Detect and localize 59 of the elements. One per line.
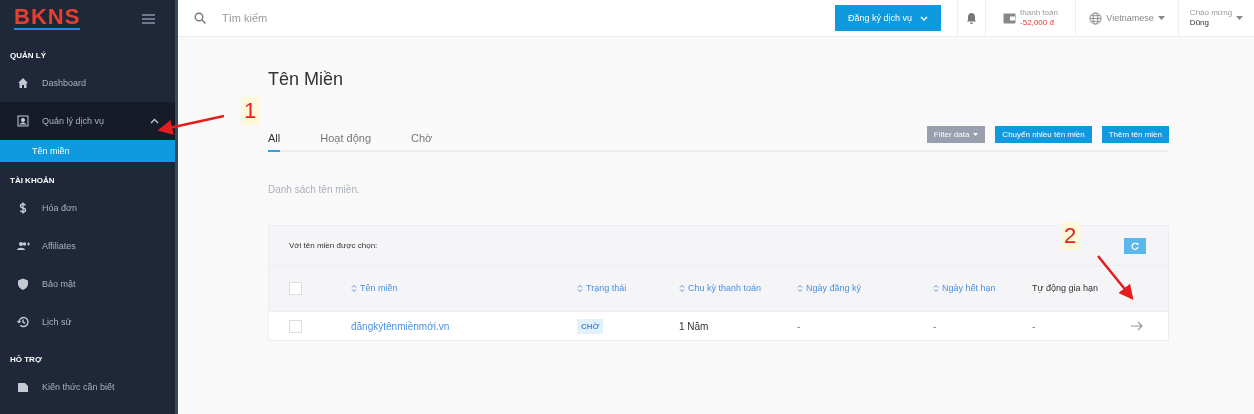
sidebar-item[interactable]: Lịch sử [0,303,175,341]
bulk-action-label: Với tên miền được chọn: [289,241,378,250]
caret-icon [1236,16,1244,20]
shield-icon [16,277,30,291]
balance-amount: -52,000 đ [1020,18,1055,28]
search-field[interactable]: Tìm kiếm [220,11,420,25]
action-button[interactable]: Chuyển nhiều tên miền [995,126,1092,143]
arrow-button[interactable] [1131,321,1143,331]
balance-label: thanh toán [1020,8,1058,18]
register-service-button[interactable]: Đăng ký dịch vụ [835,5,941,31]
sidebar-item[interactable]: Hóa đơn [0,189,175,227]
user-name[interactable]: Dũng [1189,18,1233,28]
globe-icon [1089,11,1103,25]
domain-link[interactable]: đăngkýtênmiềnmới.vn [351,320,450,332]
sidebar-heading: TÀI KHOẢN [9,175,56,187]
caret-icon [1157,16,1165,20]
sidebar-item[interactable]: Bảo mật [0,265,175,303]
sidebar-heading: QUẢN LÝ [9,50,47,62]
logo[interactable]: BKNS [14,7,81,30]
annotation-number: 2 [1061,222,1080,250]
sidebar-item[interactable]: Quản lý dịch vụ [0,102,175,140]
sidebar-subitem[interactable]: Tên miền [0,140,175,162]
home-icon [16,76,30,90]
chevron-icon [150,118,159,124]
menu-icon[interactable] [142,13,155,24]
table-cell: - [1032,320,1036,332]
subtitle: Danh sách tên miền. [268,184,361,195]
users-icon [16,239,30,253]
caret-icon [973,133,979,136]
action-button[interactable]: Thêm tên miền [1101,126,1169,143]
language-selector[interactable]: Vietnamese [1106,13,1154,23]
document-icon [16,380,30,394]
table-cell: - [933,320,937,332]
tab[interactable]: Hoạt động [320,132,371,152]
annotation-number: 1 [241,97,260,125]
greeting: Chào mừng [1189,8,1233,18]
sidebar-heading: HỖ TRỢ [9,354,43,366]
sidebar-item[interactable]: Kiến thức cần biết [0,368,175,406]
status-badge: CHỜ [577,318,604,334]
bell-icon[interactable] [966,12,977,24]
table-cell: 1 Năm [679,320,709,332]
wallet-icon [1003,12,1017,24]
annotation-arrow [157,114,225,135]
filter-button[interactable]: Filter data [926,126,986,143]
contact-card-icon [16,114,30,128]
sidebar-item[interactable]: Affiliates [0,227,175,265]
tab[interactable]: All [268,132,281,152]
sidebar-item[interactable]: Dashboard [0,64,175,102]
chevron-icon [920,15,928,21]
select-all-checkbox[interactable] [289,282,302,295]
refresh-icon [1131,241,1139,250]
history-icon [16,315,30,329]
refresh-button[interactable] [1124,237,1146,254]
page-title: Tên Miền [268,69,345,90]
row-checkbox[interactable] [289,319,302,333]
table-cell: - [797,320,801,332]
tab[interactable]: Chờ [411,132,433,152]
annotation-arrow [1097,255,1134,300]
search-icon [194,12,206,24]
